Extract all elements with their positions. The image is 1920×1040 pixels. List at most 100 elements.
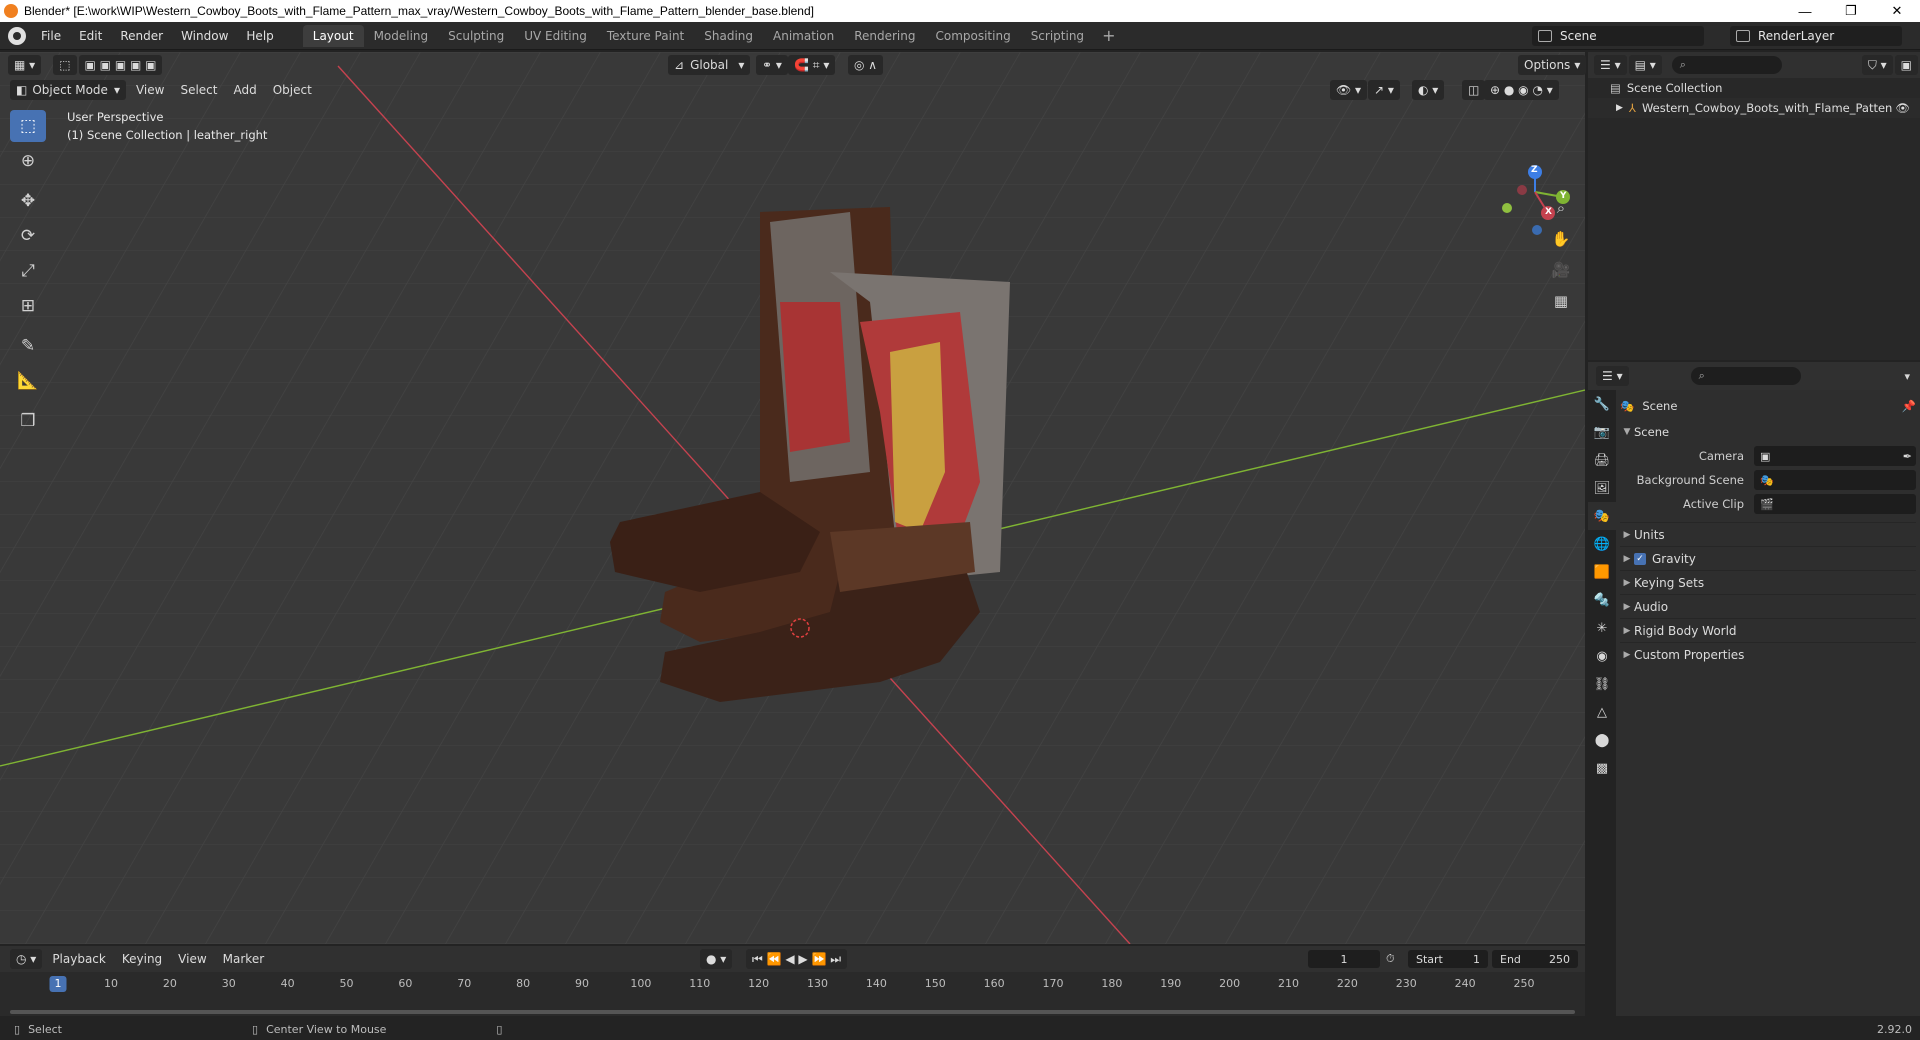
3d-viewport[interactable]: Z Y X bbox=[0, 52, 1585, 944]
viewport-menu-add[interactable]: Add bbox=[225, 83, 264, 97]
pivot-point-button[interactable]: ⚭ ▾ bbox=[756, 55, 788, 75]
timeline-menu-keying[interactable]: Keying bbox=[114, 952, 170, 966]
current-frame-field[interactable]: 1 bbox=[1308, 950, 1380, 968]
world-tab-icon[interactable]: 🌐 bbox=[1588, 530, 1616, 558]
camera-field[interactable]: ▣ ✒ bbox=[1754, 446, 1916, 466]
eyedropper-icon[interactable]: ✒ bbox=[1903, 450, 1912, 463]
overlay-toggle-icon[interactable]: ◐ ▾ bbox=[1412, 80, 1445, 100]
panel-rigid-body-world[interactable]: ▶ Rigid Body World bbox=[1620, 618, 1916, 642]
menu-help[interactable]: Help bbox=[237, 22, 282, 50]
move-tool-icon[interactable]: ✥ bbox=[10, 185, 46, 217]
close-button[interactable]: ✕ bbox=[1874, 0, 1920, 22]
viewport-menu-select[interactable]: Select bbox=[172, 83, 225, 97]
zoom-icon[interactable]: ⌕ bbox=[1547, 194, 1575, 222]
tab-modeling[interactable]: Modeling bbox=[364, 25, 439, 47]
timeline-menu-marker[interactable]: Marker bbox=[215, 952, 272, 966]
minimize-button[interactable]: — bbox=[1782, 0, 1828, 22]
background-scene-field[interactable]: 🎭 bbox=[1754, 470, 1916, 490]
visibility-toggle-icon[interactable]: 👁 ▾ bbox=[1330, 80, 1368, 100]
scale-tool-icon[interactable]: ⤢ bbox=[10, 255, 46, 287]
expand-arrow-icon[interactable]: ▶ bbox=[1616, 103, 1623, 113]
menu-render[interactable]: Render bbox=[111, 22, 172, 50]
rotate-tool-icon[interactable]: ⟳ bbox=[10, 220, 46, 252]
select-tool-icon[interactable]: ⬚ bbox=[10, 110, 46, 142]
timeline-ruler[interactable]: 1 10 20 30 40 50 60 70 80 90 100 110 120 130 140 150 160… bbox=[0, 972, 1585, 1016]
start-frame-field[interactable]: Start 1 bbox=[1408, 950, 1488, 968]
render-tab-icon[interactable]: 📷 bbox=[1588, 418, 1616, 446]
object-tab-icon[interactable]: 🟧 bbox=[1588, 558, 1616, 586]
new-collection-icon[interactable]: ▣ bbox=[1894, 55, 1918, 75]
scene-tab-icon[interactable]: 🎭 bbox=[1588, 502, 1616, 530]
pan-hand-icon[interactable]: ✋ bbox=[1547, 225, 1575, 253]
transform-tool-icon[interactable]: ⊞ bbox=[10, 290, 46, 322]
cursor-tool-icon[interactable]: ⊕ bbox=[10, 145, 46, 177]
tab-sculpting[interactable]: Sculpting bbox=[438, 25, 514, 47]
blender-logo-icon[interactable] bbox=[8, 26, 26, 45]
view-layer-tab-icon[interactable]: 🖼 bbox=[1588, 474, 1616, 502]
snap-toggle-button[interactable]: 🧲 ⌗ ▾ bbox=[788, 55, 836, 75]
pin-icon[interactable]: 📌 bbox=[1902, 399, 1916, 413]
tab-scripting[interactable]: Scripting bbox=[1021, 25, 1094, 47]
camera-view-icon[interactable]: 🎥 bbox=[1547, 256, 1575, 284]
scene-section-header[interactable]: ▼ Scene bbox=[1620, 420, 1916, 444]
end-frame-field[interactable]: End 250 bbox=[1492, 950, 1578, 968]
viewport-menu-view[interactable]: View bbox=[128, 83, 172, 97]
tab-rendering[interactable]: Rendering bbox=[844, 25, 925, 47]
frame-cursor[interactable]: 1 bbox=[49, 976, 67, 992]
annotate-tool-icon[interactable]: ✎ bbox=[10, 330, 46, 362]
measure-tool-icon[interactable]: 📐 bbox=[10, 365, 46, 397]
outliner-item-row[interactable]: ▶ ⅄ Western_Cowboy_Boots_with_Flame_Patt… bbox=[1588, 98, 1920, 118]
data-tab-icon[interactable]: △ bbox=[1588, 698, 1616, 726]
view-layer-selector[interactable]: RenderLayer bbox=[1730, 26, 1902, 46]
gizmo-z-label[interactable]: Z bbox=[1531, 165, 1538, 175]
gravity-checkbox[interactable]: ✓ bbox=[1634, 552, 1646, 565]
options-dropdown[interactable]: Options ▾ bbox=[1518, 55, 1587, 75]
chevron-down-icon[interactable]: ▾ bbox=[1904, 370, 1910, 383]
scene-selector[interactable]: Scene bbox=[1532, 26, 1704, 46]
selection-mode-buttons[interactable]: ▣ ▣ ▣ ▣ ▣ bbox=[78, 55, 163, 75]
object-mode-dropdown[interactable]: ◧ Object Mode ▾ bbox=[10, 80, 126, 100]
menu-file[interactable]: File bbox=[32, 22, 70, 50]
constraints-tab-icon[interactable]: ⛓ bbox=[1588, 670, 1616, 698]
properties-editor-type-icon[interactable]: ☰ ▾ bbox=[1596, 366, 1629, 386]
timeline-scrollbar[interactable] bbox=[10, 1010, 1575, 1014]
transform-orientation-dropdown[interactable]: ⊿ Global ▾ bbox=[668, 55, 751, 75]
tab-shading[interactable]: Shading bbox=[694, 25, 763, 47]
timeline-menu-playback[interactable]: Playback bbox=[44, 952, 114, 966]
playback-controls[interactable]: ⏮ ⏪ ◀ ▶ ⏩ ⏭ bbox=[746, 949, 848, 969]
outliner-search-input[interactable]: ⌕ bbox=[1671, 56, 1782, 74]
maximize-button[interactable]: ❐ bbox=[1828, 0, 1874, 22]
record-keyframe-icon[interactable]: ● ▾ bbox=[700, 949, 733, 969]
outliner-editor-type-icon[interactable]: ☰ ▾ bbox=[1594, 55, 1627, 75]
panel-units[interactable]: ▶ Units bbox=[1620, 522, 1916, 546]
add-cube-tool-icon[interactable]: ❒ bbox=[10, 405, 46, 437]
gizmo-toggle-icon[interactable]: ↗ ▾ bbox=[1368, 80, 1400, 100]
add-workspace-icon[interactable]: + bbox=[1094, 25, 1123, 47]
panel-custom-properties[interactable]: ▶ Custom Properties bbox=[1620, 642, 1916, 666]
tab-compositing[interactable]: Compositing bbox=[925, 25, 1020, 47]
display-mode-icon[interactable]: ▤ ▾ bbox=[1628, 55, 1662, 75]
outliner-root-row[interactable]: ▤ Scene Collection bbox=[1588, 78, 1920, 98]
panel-audio[interactable]: ▶ Audio bbox=[1620, 594, 1916, 618]
particles-tab-icon[interactable]: ✳ bbox=[1588, 614, 1616, 642]
stopwatch-icon[interactable]: ⏱ bbox=[1386, 952, 1395, 966]
editor-type-button[interactable]: ▦ ▾ bbox=[8, 55, 42, 75]
tool-tab-icon[interactable]: 🔧 bbox=[1588, 390, 1616, 418]
output-tab-icon[interactable]: 🖨 bbox=[1588, 446, 1616, 474]
texture-tab-icon[interactable]: ▩ bbox=[1588, 754, 1616, 782]
timeline-menu-view[interactable]: View bbox=[170, 952, 214, 966]
xray-toggle-icon[interactable]: ◫ bbox=[1462, 80, 1486, 100]
physics-tab-icon[interactable]: ◉ bbox=[1588, 642, 1616, 670]
tab-texture-paint[interactable]: Texture Paint bbox=[597, 25, 694, 47]
menu-window[interactable]: Window bbox=[172, 22, 237, 50]
ortho-grid-icon[interactable]: ▦ bbox=[1547, 287, 1575, 315]
panel-keying-sets[interactable]: ▶ Keying Sets bbox=[1620, 570, 1916, 594]
select-box-tool-icon[interactable]: ⬚ bbox=[53, 55, 77, 75]
tab-uv-editing[interactable]: UV Editing bbox=[514, 25, 597, 47]
material-tab-icon[interactable]: ⬤ bbox=[1588, 726, 1616, 754]
modifier-tab-icon[interactable]: 🔩 bbox=[1588, 586, 1616, 614]
tab-layout[interactable]: Layout bbox=[302, 24, 364, 47]
tab-animation[interactable]: Animation bbox=[763, 25, 844, 47]
filter-icon[interactable]: ⛉ ▾ bbox=[1861, 55, 1893, 75]
shading-mode-buttons[interactable]: ⊕ ● ◉ ◔ ▾ bbox=[1484, 80, 1559, 100]
